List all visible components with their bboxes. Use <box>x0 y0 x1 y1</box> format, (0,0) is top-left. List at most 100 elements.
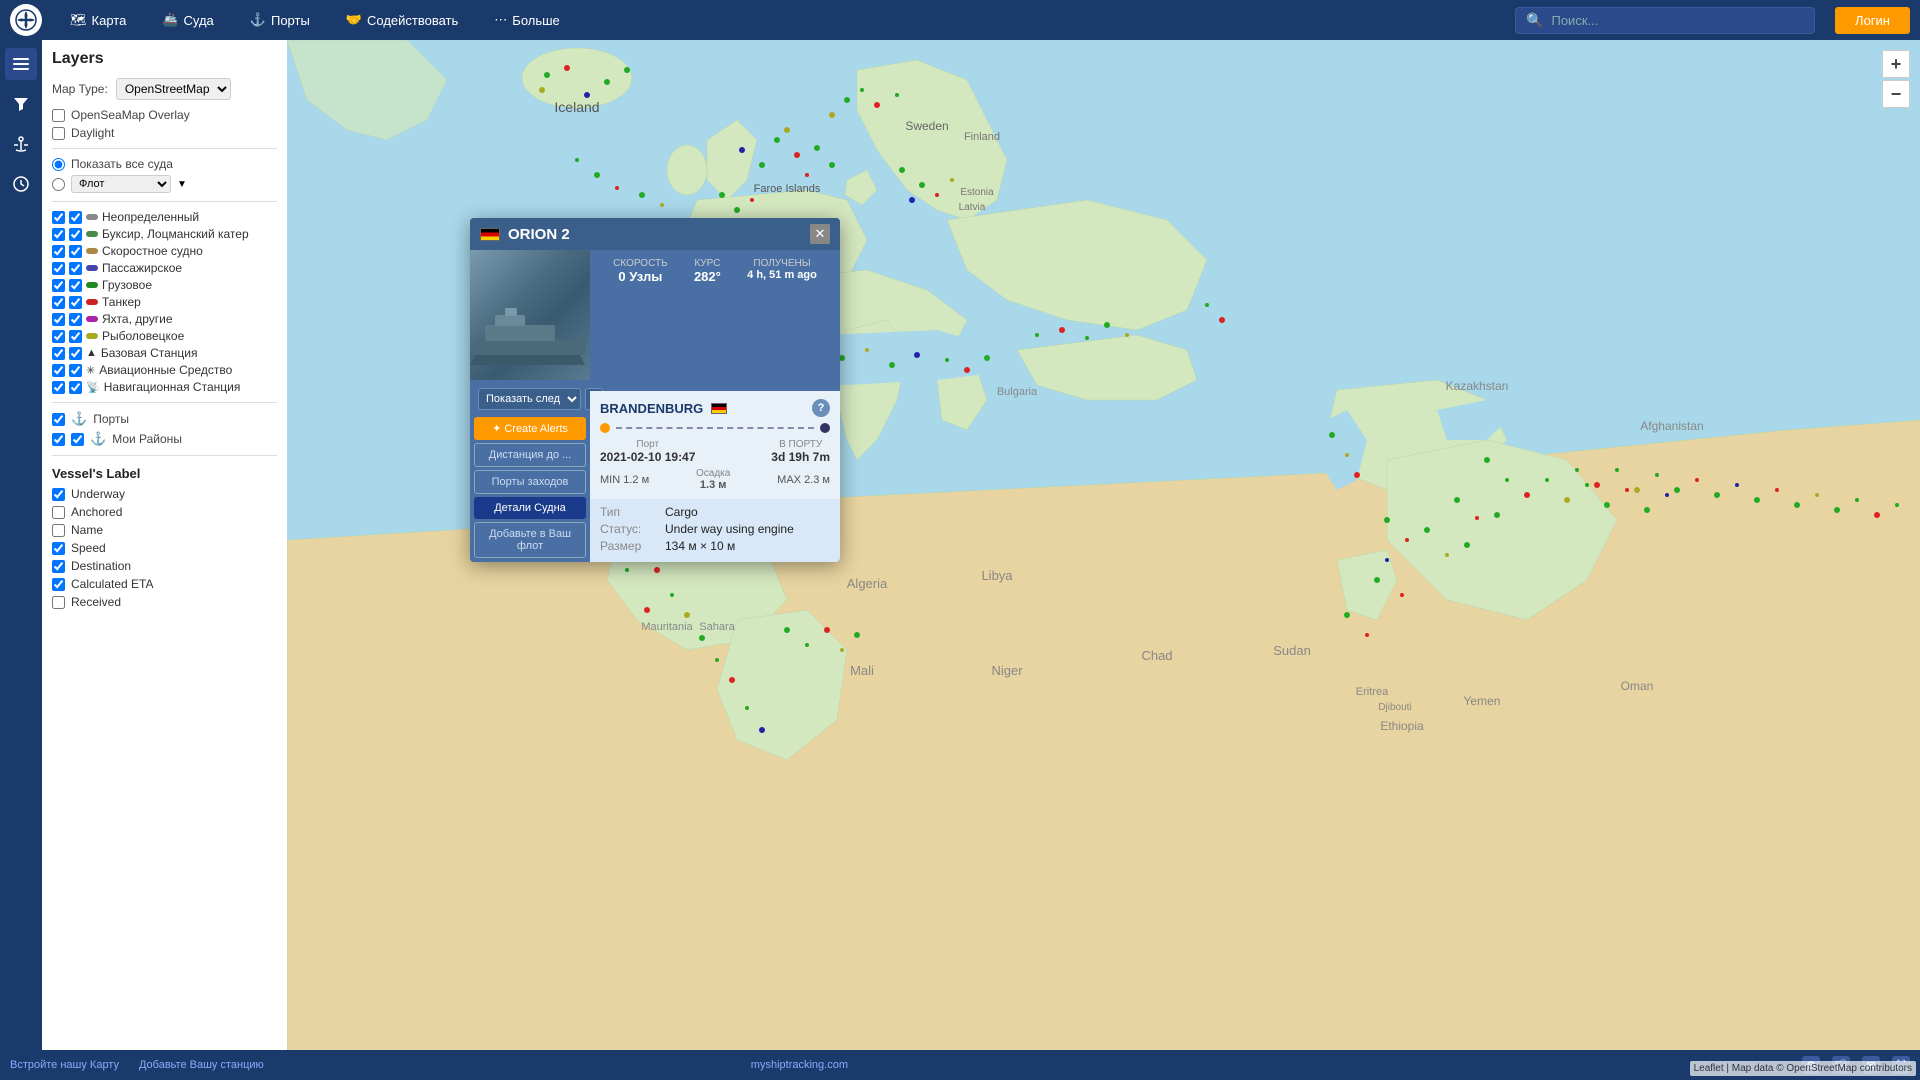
port-date-col: Порт 2021-02-10 19:47 <box>600 439 695 464</box>
tug-checkbox[interactable] <box>52 228 65 241</box>
my-areas-checkbox1[interactable] <box>52 433 65 446</box>
map-type-select[interactable]: OpenStreetMap <box>116 78 231 100</box>
tanker-checkbox[interactable] <box>52 296 65 309</box>
popup-close-button[interactable]: ✕ <box>810 224 830 244</box>
fleet-dropdown-icon: ▼ <box>177 179 187 190</box>
fishing-checkbox[interactable] <box>52 330 65 343</box>
ports-nav-icon: ⚓ <box>250 12 266 28</box>
map-area[interactable]: Iceland Faroe Islands Sweden Algeria Lib… <box>287 40 1920 1080</box>
draft-min-label: MIN 1.2 м <box>600 474 649 486</box>
help-icon[interactable]: ? <box>812 399 830 417</box>
passenger-label: Пассажирское <box>102 261 182 275</box>
undefined-checkbox[interactable] <box>52 211 65 224</box>
tug-checkbox2[interactable] <box>69 228 82 241</box>
zoom-in-button[interactable]: + <box>1882 50 1910 78</box>
label-received-checkbox[interactable] <box>52 596 65 609</box>
nav-item-map[interactable]: 🗺 Карта <box>62 8 134 32</box>
vessel-type-tug: Буксир, Лоцманский катер <box>52 227 277 241</box>
passenger-color <box>86 265 98 271</box>
svg-text:Sudan: Sudan <box>1273 643 1311 658</box>
in-port-col: В ПОРТУ 3d 19h 7m <box>771 439 830 464</box>
nav-item-ports[interactable]: ⚓ Порты <box>242 8 318 32</box>
opensea-overlay-checkbox[interactable] <box>52 109 65 122</box>
svg-text:Iceland: Iceland <box>554 99 599 115</box>
svg-text:Djibouti: Djibouti <box>1378 702 1411 713</box>
left-sidebar-icons <box>0 40 42 1080</box>
aviation-checkbox[interactable] <box>52 364 65 377</box>
add-to-fleet-button[interactable]: Добавьте в Ваш флот <box>474 522 586 558</box>
label-anchored-row: Anchored <box>52 505 277 519</box>
cargo-checkbox[interactable] <box>52 279 65 292</box>
label-underway-checkbox[interactable] <box>52 488 65 501</box>
fleet-select[interactable]: Флот <box>71 175 171 193</box>
passenger-checkbox[interactable] <box>52 262 65 275</box>
show-track-select[interactable]: Показать след <box>478 388 581 410</box>
distance-to-button[interactable]: Дистанция до ... <box>474 443 586 467</box>
svg-text:Finland: Finland <box>964 131 1000 143</box>
zoom-out-button[interactable]: − <box>1882 80 1910 108</box>
label-anchored-checkbox[interactable] <box>52 506 65 519</box>
label-name-checkbox[interactable] <box>52 524 65 537</box>
highspeed-checkbox2[interactable] <box>69 245 82 258</box>
anchor-sidebar-button[interactable] <box>5 128 37 160</box>
login-button[interactable]: Логин <box>1835 7 1910 34</box>
highspeed-label: Скоростное судно <box>102 244 203 258</box>
highspeed-checkbox[interactable] <box>52 245 65 258</box>
ship-popup-header: ORION 2 ✕ <box>470 218 840 250</box>
create-alerts-button[interactable]: ✦ Create Alerts <box>474 417 586 440</box>
ship-image <box>470 250 590 380</box>
label-name-row: Name <box>52 523 277 537</box>
nav-item-cooperate[interactable]: 🤝 Содействовать <box>338 8 466 32</box>
vessel-details-button[interactable]: Детали Судна <box>474 497 586 519</box>
more-nav-icon: ⋯ <box>494 12 507 28</box>
vessel-type-nav-station: 📡 Навигационная Станция <box>52 380 277 394</box>
cargo-checkbox2[interactable] <box>69 279 82 292</box>
top-navigation: 🗺 Карта 🚢 Суда ⚓ Порты 🤝 Содействовать ⋯… <box>0 0 1920 40</box>
filter-sidebar-button[interactable] <box>5 88 37 120</box>
search-input[interactable] <box>1551 13 1801 28</box>
svg-text:Mauritania: Mauritania <box>641 621 693 633</box>
label-destination-checkbox[interactable] <box>52 560 65 573</box>
aviation-checkbox2[interactable] <box>69 364 82 377</box>
fishing-checkbox2[interactable] <box>69 330 82 343</box>
undefined-checkbox2[interactable] <box>69 211 82 224</box>
nav-logo[interactable] <box>10 4 42 36</box>
popup-side-buttons: Показать след ▶ ✦ Create Alerts Дистанци… <box>470 380 590 562</box>
svg-text:Estonia: Estonia <box>960 187 994 198</box>
yacht-checkbox2[interactable] <box>69 313 82 326</box>
history-sidebar-button[interactable] <box>5 168 37 200</box>
opensea-overlay-row: OpenSeaMap Overlay <box>52 108 277 122</box>
zoom-controls: + − <box>1882 50 1910 108</box>
port-calls-button[interactable]: Порты заходов <box>474 470 586 494</box>
daylight-checkbox[interactable] <box>52 127 65 140</box>
fishing-label: Рыболовецкое <box>102 329 184 343</box>
passenger-checkbox2[interactable] <box>69 262 82 275</box>
label-speed-checkbox[interactable] <box>52 542 65 555</box>
undefined-label: Неопределенный <box>102 210 199 224</box>
show-all-radio[interactable] <box>52 158 65 171</box>
build-map-link[interactable]: Встройте нашу Карту <box>10 1059 119 1071</box>
base-checkbox2[interactable] <box>69 347 82 360</box>
base-checkbox[interactable] <box>52 347 65 360</box>
ports-checkbox[interactable] <box>52 413 65 426</box>
yacht-checkbox[interactable] <box>52 313 65 326</box>
vessels-nav-icon: 🚢 <box>162 12 178 28</box>
undefined-color <box>86 214 98 220</box>
nav-station-checkbox[interactable] <box>52 381 65 394</box>
label-calculated-eta: Calculated ETA <box>71 577 153 591</box>
label-speed-row: Speed <box>52 541 277 555</box>
my-areas-checkbox2[interactable] <box>71 433 84 446</box>
daylight-label: Daylight <box>71 126 114 140</box>
nav-item-vessels[interactable]: 🚢 Суда <box>154 8 221 32</box>
fleet-radio[interactable] <box>52 178 65 191</box>
nav-item-more[interactable]: ⋯ Больше <box>486 8 568 32</box>
label-calculated-eta-checkbox[interactable] <box>52 578 65 591</box>
size-row: Размер 134 м × 10 м <box>600 539 830 553</box>
layers-sidebar-button[interactable] <box>5 48 37 80</box>
nav-station-checkbox2[interactable] <box>69 381 82 394</box>
tug-color <box>86 231 98 237</box>
site-url: myshiptracking.com <box>751 1059 848 1071</box>
tanker-checkbox2[interactable] <box>69 296 82 309</box>
add-station-link[interactable]: Добавьте Вашу станцию <box>139 1059 264 1071</box>
tanker-color <box>86 299 98 305</box>
